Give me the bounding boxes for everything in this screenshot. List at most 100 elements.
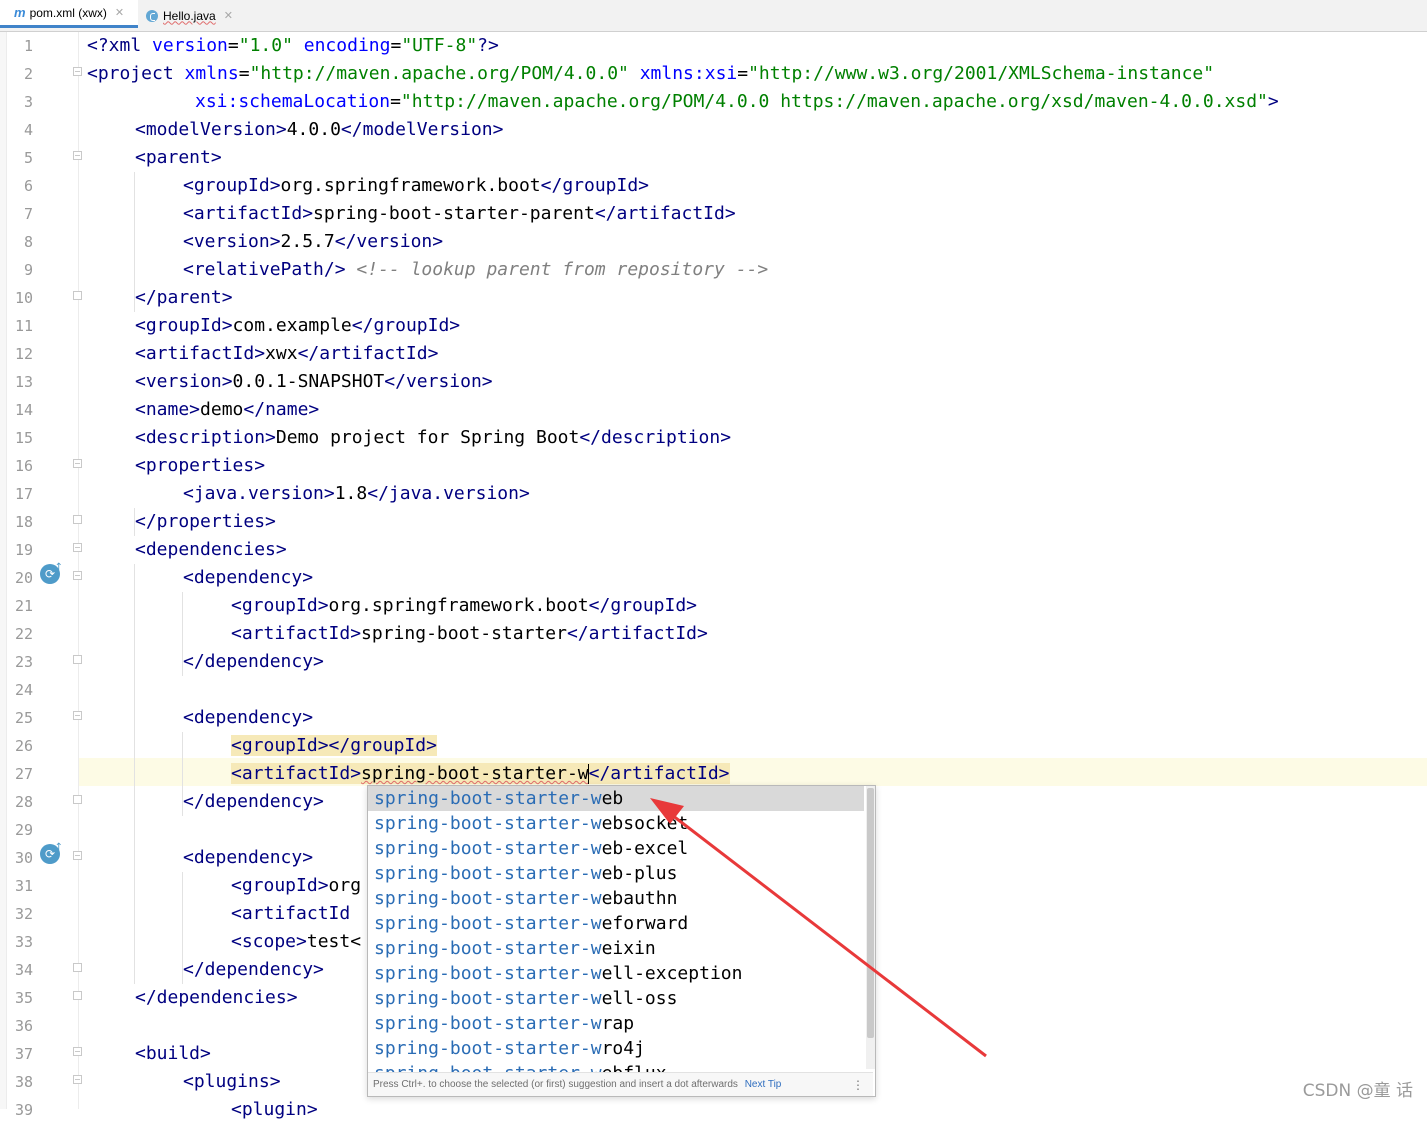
more-options-icon[interactable]: ⋮ [852,1073,864,1096]
suggestion-match: spring-boot-starter-w [374,888,602,909]
suggestion-rest: eb-excel [601,838,689,859]
code-line-15: <description>Demo project for Spring Boo… [135,427,732,448]
code-line-33: <scope>test< [231,931,362,952]
suggestion-match: spring-boot-starter-w [374,988,602,1009]
popup-footer: Press Ctrl+. to choose the selected (or … [368,1072,873,1096]
code-line-32: <artifactId [231,903,351,924]
line-number: 39 [14,1101,33,1119]
line-number: 18 [14,513,33,531]
line-number: 13 [14,373,33,391]
code-line-28: </dependency> [183,791,324,812]
line-number: 37 [14,1045,33,1063]
suggestion-rest: ebauthn [601,888,678,909]
run-dependency-icon[interactable]: ⟳ [40,558,63,584]
popup-scrollbar[interactable] [866,786,875,1069]
code-line-14: <name>demo</name> [135,399,320,420]
maven-m-icon: m [14,5,26,20]
code-line-3: xsi:schemaLocation="http://maven.apache.… [195,91,1279,112]
line-number: 32 [14,905,33,923]
suggestion-item[interactable]: spring-boot-starter-wro4j [368,1036,864,1061]
code-line-19: <dependencies> [135,539,287,560]
code-line-23: </dependency> [183,651,324,672]
suggestion-rest: eb-plus [601,863,678,884]
close-icon[interactable]: ✕ [224,9,233,22]
line-number: 25 [14,709,33,727]
suggestion-match: spring-boot-starter-w [374,838,602,859]
line-number: 24 [14,681,33,699]
run-dependency-icon[interactable]: ⟳ [40,838,63,864]
suggestion-rest: ebsocket [601,813,689,834]
line-number: 15 [14,429,33,447]
scroll-thumb[interactable] [867,788,874,1038]
code-line-6: <groupId>org.springframework.boot</group… [183,175,650,196]
line-number: 34 [14,961,33,979]
watermark: CSDN @童 话 [1302,1081,1413,1101]
line-number: 8 [23,233,33,251]
suggestion-item[interactable]: spring-boot-starter-webauthn [368,886,864,911]
suggestion-match: spring-boot-starter-w [374,1038,602,1059]
suggestion-item[interactable]: spring-boot-starter-weforward [368,911,864,936]
tab-label: Hello.java [163,8,216,23]
line-number: 12 [14,345,33,363]
line-number: 23 [14,653,33,671]
line-number: 9 [23,261,33,279]
suggestion-rest: ell-oss [601,988,678,1009]
tab-label: pom.xml (xwx) [29,5,107,20]
suggestion-match: spring-boot-starter-w [374,813,602,834]
code-line-38: <plugins> [183,1071,281,1092]
line-number: 35 [14,989,33,1007]
code-line-26: <groupId></groupId> [231,735,437,756]
line-number: 20 [14,569,33,587]
code-line-5: <parent> [135,147,222,168]
code-line-34: </dependency> [183,959,324,980]
line-number: 1 [23,37,33,55]
code-line-35: </dependencies> [135,987,298,1008]
next-tip-link[interactable]: Next Tip [745,1079,782,1090]
line-number: 33 [14,933,33,951]
suggestion-item[interactable]: spring-boot-starter-well-exception [368,961,864,986]
tab-hello-java[interactable]: Hello.java ✕ [146,0,256,31]
line-number: 22 [14,625,33,643]
editor-tab-bar: m pom.xml (xwx) ✕ Hello.java ✕ [0,0,1427,32]
line-number: 7 [23,205,33,223]
code-line-25: <dependency> [183,707,314,728]
code-line-13: <version>0.0.1-SNAPSHOT</version> [135,371,493,392]
tab-pom-xml[interactable]: m pom.xml (xwx) ✕ [0,0,138,28]
line-number: 26 [14,737,33,755]
suggestion-item[interactable]: spring-boot-starter-weixin [368,936,864,961]
line-number: 28 [14,793,33,811]
suggestion-item[interactable]: spring-boot-starter-wrap [368,1011,864,1036]
code-line-39: <plugin> [231,1099,318,1120]
code-line-11: <groupId>com.example</groupId> [135,315,461,336]
line-number: 11 [14,317,33,335]
code-line-22: <artifactId>spring-boot-starter</artifac… [231,623,708,644]
line-number: 3 [23,93,33,111]
suggestion-item[interactable]: spring-boot-starter-web-excel [368,836,864,861]
suggestion-item[interactable]: spring-boot-starter-websocket [368,811,864,836]
line-number: 6 [23,177,33,195]
line-number: 14 [14,401,33,419]
suggestion-item[interactable]: spring-boot-starter-well-oss [368,986,864,1011]
suggestion-item[interactable]: spring-boot-starter-web [368,786,864,811]
line-number: 5 [23,149,33,167]
line-number: 2 [23,65,33,83]
suggestion-match: spring-boot-starter-w [374,963,602,984]
suggestion-match: spring-boot-starter-w [374,863,602,884]
code-line-17: <java.version>1.8</java.version> [183,483,530,504]
completion-popup[interactable]: spring-boot-starter-web spring-boot-start… [367,785,876,1097]
code-line-7: <artifactId>spring-boot-starter-parent</… [183,203,736,224]
close-icon[interactable]: ✕ [115,6,124,19]
line-number: 16 [14,457,33,475]
suggestion-match: spring-boot-starter-w [374,938,602,959]
line-number: 27 [14,765,33,783]
suggestion-rest: ro4j [601,1038,645,1059]
suggestion-item[interactable]: spring-boot-starter-web-plus [368,861,864,886]
code-line-8: <version>2.5.7</version> [183,231,444,252]
code-line-10: </parent> [135,287,233,308]
code-line-37: <build> [135,1043,211,1064]
line-number: 19 [14,541,33,559]
suggestion-match: spring-boot-starter-w [374,1013,602,1034]
code-line-31: <groupId>org [231,875,362,896]
code-line-4: <modelVersion>4.0.0</modelVersion> [135,119,504,140]
code-line-27[interactable]: <artifactId>spring-boot-starter-w</artif… [231,760,730,788]
